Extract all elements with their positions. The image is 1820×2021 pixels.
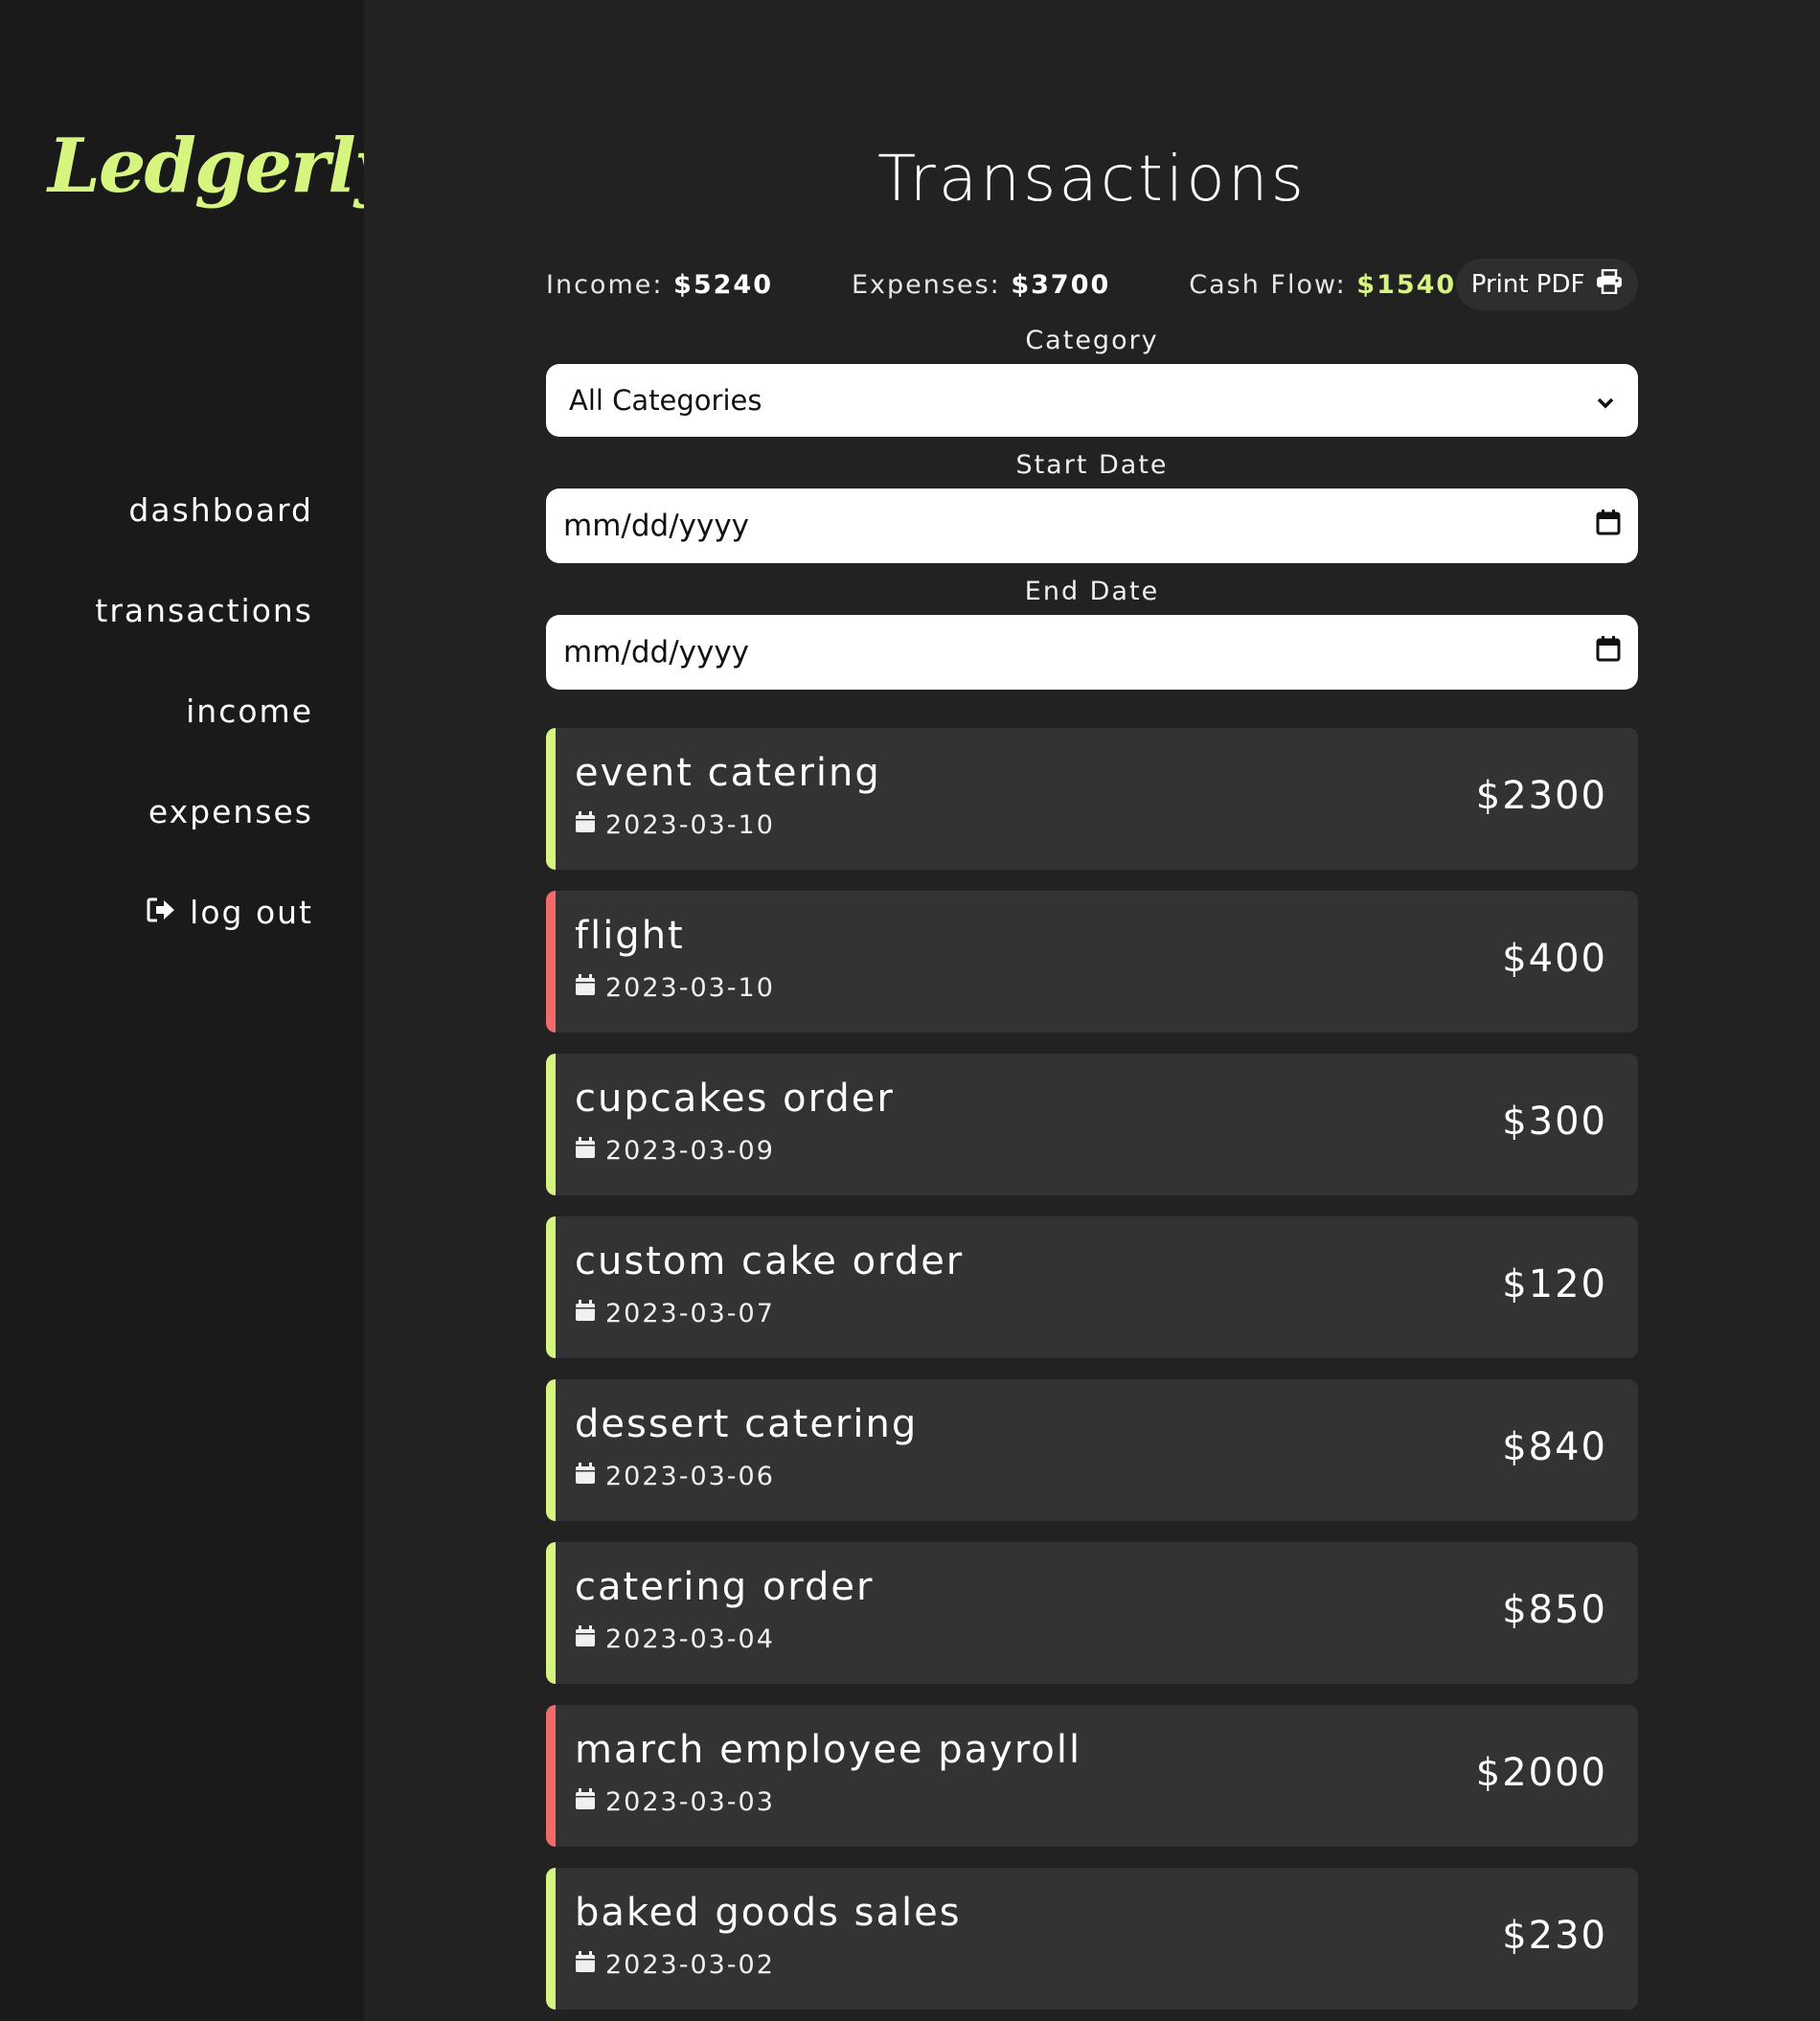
brand-logo[interactable]: Ledgerly — [48, 123, 398, 210]
transaction-type-indicator — [546, 728, 556, 870]
transaction-name: cupcakes order — [575, 1077, 895, 1121]
transaction-date: 2023-03-09 — [605, 1136, 775, 1166]
transaction-card[interactable]: baked goods sales 2023-03-02 $230 — [546, 1868, 1638, 2010]
transaction-date: 2023-03-07 — [605, 1299, 775, 1328]
income-value: $5240 — [673, 269, 773, 300]
transaction-name: flight — [575, 914, 685, 958]
main-content: Transactions Income: $5240 Expenses: $37… — [364, 0, 1820, 2021]
nav-item-transactions[interactable]: transactions — [7, 560, 313, 661]
transaction-name: catering order — [575, 1565, 875, 1609]
calendar-icon[interactable] — [1596, 509, 1621, 543]
nav-item-label: transactions — [95, 592, 313, 629]
expenses-label: Expenses: — [851, 269, 1001, 300]
transaction-date-row: 2023-03-10 — [575, 810, 775, 840]
transaction-date-row: 2023-03-07 — [575, 1299, 775, 1328]
app: Ledgerly dashboard transactions income e… — [0, 0, 1820, 2021]
page-title: Transactions — [877, 142, 1307, 216]
transaction-type-indicator — [546, 1542, 556, 1684]
nav-item-label: expenses — [148, 793, 313, 830]
transaction-date-row: 2023-03-02 — [575, 1950, 775, 1980]
transaction-name: baked goods sales — [575, 1891, 962, 1935]
printer-icon — [1584, 268, 1623, 301]
transaction-type-indicator — [546, 1379, 556, 1521]
cashflow-value: $1540 — [1356, 269, 1457, 300]
transaction-date-row: 2023-03-09 — [575, 1136, 775, 1166]
end-date-placeholder: mm/dd/yyyy — [563, 635, 750, 670]
transaction-name: dessert catering — [575, 1402, 919, 1446]
nav-item-label: income — [186, 693, 313, 730]
end-date-input[interactable]: mm/dd/yyyy — [546, 615, 1638, 690]
transaction-list: event catering 2023-03-10 $2300 flight 2… — [546, 728, 1638, 2021]
transaction-date-row: 2023-03-04 — [575, 1624, 775, 1654]
transaction-amount: $400 — [1502, 937, 1607, 981]
start-date-label: Start Date — [1015, 450, 1169, 480]
calendar-icon — [575, 1462, 605, 1491]
end-date-label: End Date — [1024, 577, 1160, 606]
transaction-type-indicator — [546, 1216, 556, 1358]
print-pdf-button[interactable]: Print PDF — [1456, 259, 1638, 310]
transaction-date: 2023-03-10 — [605, 973, 775, 1003]
transaction-name: custom cake order — [575, 1239, 965, 1283]
transaction-type-indicator — [546, 1054, 556, 1195]
sidebar: Ledgerly dashboard transactions income e… — [0, 0, 398, 2021]
category-select[interactable]: All Categories — [546, 364, 1638, 437]
transaction-date-row: 2023-03-06 — [575, 1462, 775, 1491]
transaction-card[interactable]: flight 2023-03-10 $400 — [546, 891, 1638, 1033]
income-label: Income: — [546, 269, 664, 300]
transaction-card[interactable]: march employee payroll 2023-03-03 $2000 — [546, 1705, 1638, 1847]
summary-bar: Income: $5240 Expenses: $3700 Cash Flow:… — [546, 259, 1638, 310]
calendar-icon — [575, 1299, 605, 1328]
transaction-date-row: 2023-03-03 — [575, 1787, 775, 1817]
transaction-date-row: 2023-03-10 — [575, 973, 775, 1003]
transaction-name: event catering — [575, 751, 881, 795]
transaction-card[interactable]: cupcakes order 2023-03-09 $300 — [546, 1054, 1638, 1195]
nav-item-logout[interactable]: log out — [7, 862, 313, 963]
start-date-placeholder: mm/dd/yyyy — [563, 509, 750, 543]
transaction-type-indicator — [546, 1868, 556, 2010]
transaction-date: 2023-03-04 — [605, 1624, 775, 1654]
transaction-amount: $2300 — [1475, 774, 1607, 818]
transaction-amount: $2000 — [1475, 1751, 1607, 1795]
transaction-name: march employee payroll — [575, 1728, 1082, 1772]
transaction-type-indicator — [546, 1705, 556, 1847]
category-label: Category — [1025, 326, 1159, 355]
calendar-icon — [575, 1624, 605, 1654]
sidebar-nav: dashboard transactions income expenses l… — [7, 460, 313, 963]
chevron-down-icon — [1596, 384, 1615, 417]
calendar-icon — [575, 1950, 605, 1980]
transaction-amount: $300 — [1502, 1100, 1607, 1144]
transaction-amount: $850 — [1502, 1588, 1607, 1632]
cashflow-label: Cash Flow: — [1189, 269, 1347, 300]
transaction-card[interactable]: custom cake order 2023-03-07 $120 — [546, 1216, 1638, 1358]
transaction-date: 2023-03-10 — [605, 810, 775, 840]
calendar-icon — [575, 1787, 605, 1817]
category-selected-value: All Categories — [569, 384, 762, 417]
transaction-card[interactable]: event catering 2023-03-10 $2300 — [546, 728, 1638, 870]
print-pdf-label: Print PDF — [1470, 270, 1585, 299]
expenses-value: $3700 — [1011, 269, 1111, 300]
transaction-date: 2023-03-06 — [605, 1462, 775, 1491]
nav-item-label: log out — [190, 894, 313, 931]
nav-item-income[interactable]: income — [7, 661, 313, 761]
transaction-date: 2023-03-03 — [605, 1787, 775, 1817]
logout-icon — [146, 894, 190, 931]
nav-item-label: dashboard — [128, 491, 313, 529]
nav-item-dashboard[interactable]: dashboard — [7, 460, 313, 560]
transaction-amount: $120 — [1502, 1262, 1607, 1306]
income-stat: Income: $5240 — [546, 270, 773, 300]
nav-item-expenses[interactable]: expenses — [7, 761, 313, 862]
calendar-icon — [575, 973, 605, 1003]
calendar-icon — [575, 1136, 605, 1166]
cashflow-stat: Cash Flow: $1540 — [1189, 270, 1456, 300]
expenses-stat: Expenses: $3700 — [852, 270, 1110, 300]
transaction-card[interactable]: dessert catering 2023-03-06 $840 — [546, 1379, 1638, 1521]
transaction-date: 2023-03-02 — [605, 1950, 775, 1980]
calendar-icon — [575, 810, 605, 840]
transaction-amount: $230 — [1502, 1914, 1607, 1958]
transaction-type-indicator — [546, 891, 556, 1033]
transaction-card[interactable]: catering order 2023-03-04 $850 — [546, 1542, 1638, 1684]
transaction-amount: $840 — [1502, 1425, 1607, 1469]
start-date-input[interactable]: mm/dd/yyyy — [546, 488, 1638, 563]
calendar-icon[interactable] — [1596, 635, 1621, 670]
